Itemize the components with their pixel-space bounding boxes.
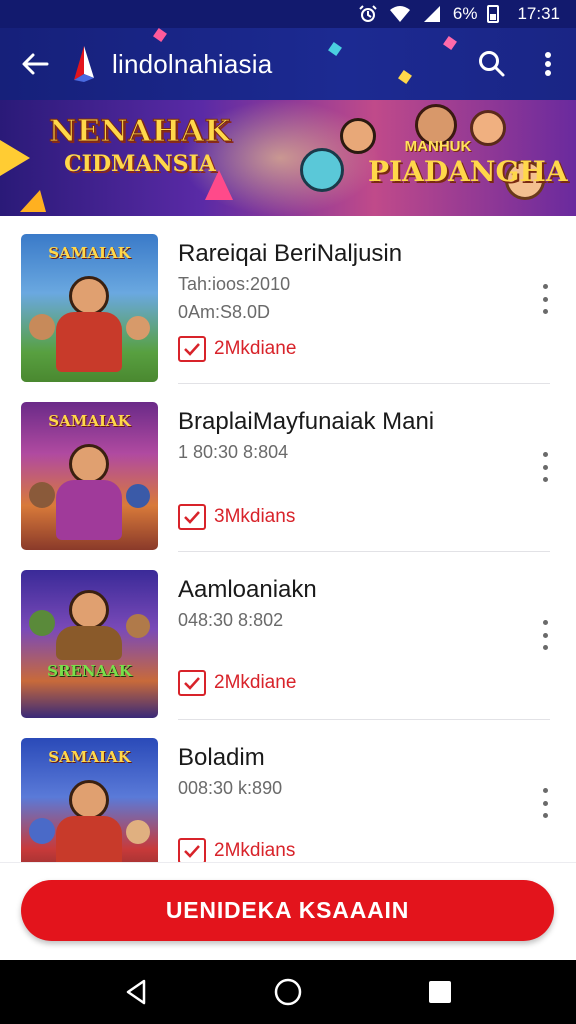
promo-banner[interactable]: NENAHAK CIDMANSIA MANHUK PIADANGHA (0, 100, 576, 216)
banner-title-left: NENAHAK CIDMANSIA (40, 114, 240, 178)
character-art (69, 276, 109, 316)
tag-label: 2Mkdiane (214, 672, 297, 693)
character-art (69, 590, 109, 630)
screen: 6% 17:31 lindolnahiasia NENAHAK CIDMANSI… (0, 0, 576, 1024)
alarm-icon (357, 5, 379, 23)
item-more-button[interactable] (536, 620, 554, 650)
thumbnail-title: SAMAIAK (48, 244, 131, 262)
battery-percent: 6% (452, 4, 478, 23)
banner-left-line1: NENAHAK (48, 114, 232, 150)
shard-decoration (0, 140, 30, 176)
character-art (29, 818, 55, 844)
app-logo (70, 44, 104, 84)
app-bar: lindolnahiasia (0, 28, 576, 100)
tag-row[interactable]: 2Mkdiane (178, 670, 296, 696)
tag-row[interactable]: 2Mkdians (178, 838, 295, 864)
status-bar: 6% 17:31 (0, 0, 576, 28)
item-more-button[interactable] (536, 284, 554, 314)
game-list: SAMAIAK Rareiqai BeriNaljusin Tah:ioos:2… (0, 216, 576, 866)
search-button[interactable] (464, 28, 520, 100)
character-art (126, 820, 150, 844)
character-art (29, 482, 55, 508)
character-art (300, 148, 344, 192)
item-more-button[interactable] (536, 788, 554, 818)
nav-back-button[interactable] (112, 968, 160, 1016)
character-art (29, 610, 55, 636)
tag-row[interactable]: 3Mkdians (178, 504, 295, 530)
nav-recents-icon (429, 981, 451, 1003)
search-icon (479, 51, 505, 77)
banner-left-line2: CIDMANSIA (64, 151, 216, 177)
game-name: BraplaiMayfunaiak Mani (178, 408, 435, 435)
game-meta: 048:30 8:802 (178, 610, 284, 630)
tag-label: 2Mkdiane (214, 338, 297, 359)
banner-right-line1: MANHUK (404, 138, 472, 155)
primary-cta-button[interactable]: UENIDEKA KSAAAIN (21, 880, 554, 941)
shard-decoration (20, 190, 46, 212)
bottom-action-area: UENIDEKA KSAAAIN (0, 862, 576, 960)
list-item[interactable]: SAMAIAK Boladim 008:30 k:890 2Mkdians (0, 720, 576, 866)
game-thumbnail: SAMAIAK (21, 738, 158, 866)
list-item[interactable]: SAMAIAK BraplaiMayfunaiak Mani 1 80:30 8… (0, 384, 576, 552)
checkbox-icon[interactable] (178, 670, 206, 696)
checkbox-icon[interactable] (178, 336, 206, 362)
character-art (56, 480, 122, 540)
character-art (126, 484, 150, 508)
game-meta: Tah:ioos:2010 (178, 274, 291, 294)
game-meta-secondary: 0Am:S8.0D (178, 302, 271, 322)
character-art (29, 314, 55, 340)
game-name: Rareiqai BeriNaljusin (178, 240, 403, 267)
item-more-button[interactable] (536, 452, 554, 482)
game-meta: 008:30 k:890 (178, 778, 283, 798)
nav-back-icon (126, 979, 146, 1005)
character-art (56, 626, 122, 660)
game-thumbnail: SAMAIAK (21, 402, 158, 550)
list-item[interactable]: SAMAIAK Rareiqai BeriNaljusin Tah:ioos:2… (0, 216, 576, 384)
game-name: Aamloaniakn (178, 576, 317, 603)
game-thumbnail: SRENAAK (21, 570, 158, 718)
checkbox-icon[interactable] (178, 504, 206, 530)
character-art (126, 614, 150, 638)
signal-icon (421, 5, 443, 23)
thumbnail-title: SAMAIAK (48, 412, 131, 430)
banner-right-line2: PIADANGHA (368, 155, 568, 188)
nav-recents-button[interactable] (416, 968, 464, 1016)
tag-label: 2Mkdians (214, 840, 296, 861)
tag-label: 3Mkdians (214, 506, 296, 527)
clock: 17:31 (517, 4, 560, 23)
checkbox-icon[interactable] (178, 838, 206, 864)
character-art (56, 312, 122, 372)
more-vert-icon (545, 52, 551, 76)
back-button[interactable] (0, 28, 70, 100)
confetti-decoration (153, 28, 167, 42)
list-item[interactable]: SRENAAK Aamloaniakn 048:30 8:802 2Mkdian… (0, 552, 576, 720)
character-art (56, 816, 122, 866)
game-name: Boladim (178, 744, 265, 771)
thumbnail-title: SRENAAK (47, 662, 132, 680)
banner-title-right: MANHUK PIADANGHA (368, 138, 568, 188)
tag-row[interactable]: 2Mkdiane (178, 336, 296, 362)
thumbnail-title: SAMAIAK (48, 748, 131, 766)
overflow-menu-button[interactable] (520, 28, 576, 100)
back-arrow-icon (22, 53, 49, 75)
character-art (69, 444, 109, 484)
nav-home-button[interactable] (264, 968, 312, 1016)
nav-home-icon (274, 978, 302, 1006)
character-art (126, 316, 150, 340)
character-art (69, 780, 109, 820)
game-meta: 1 80:30 8:804 (178, 442, 289, 462)
wifi-icon (389, 5, 411, 23)
game-thumbnail: SAMAIAK (21, 234, 158, 382)
system-nav-bar (0, 960, 576, 1024)
battery-icon (487, 5, 500, 23)
